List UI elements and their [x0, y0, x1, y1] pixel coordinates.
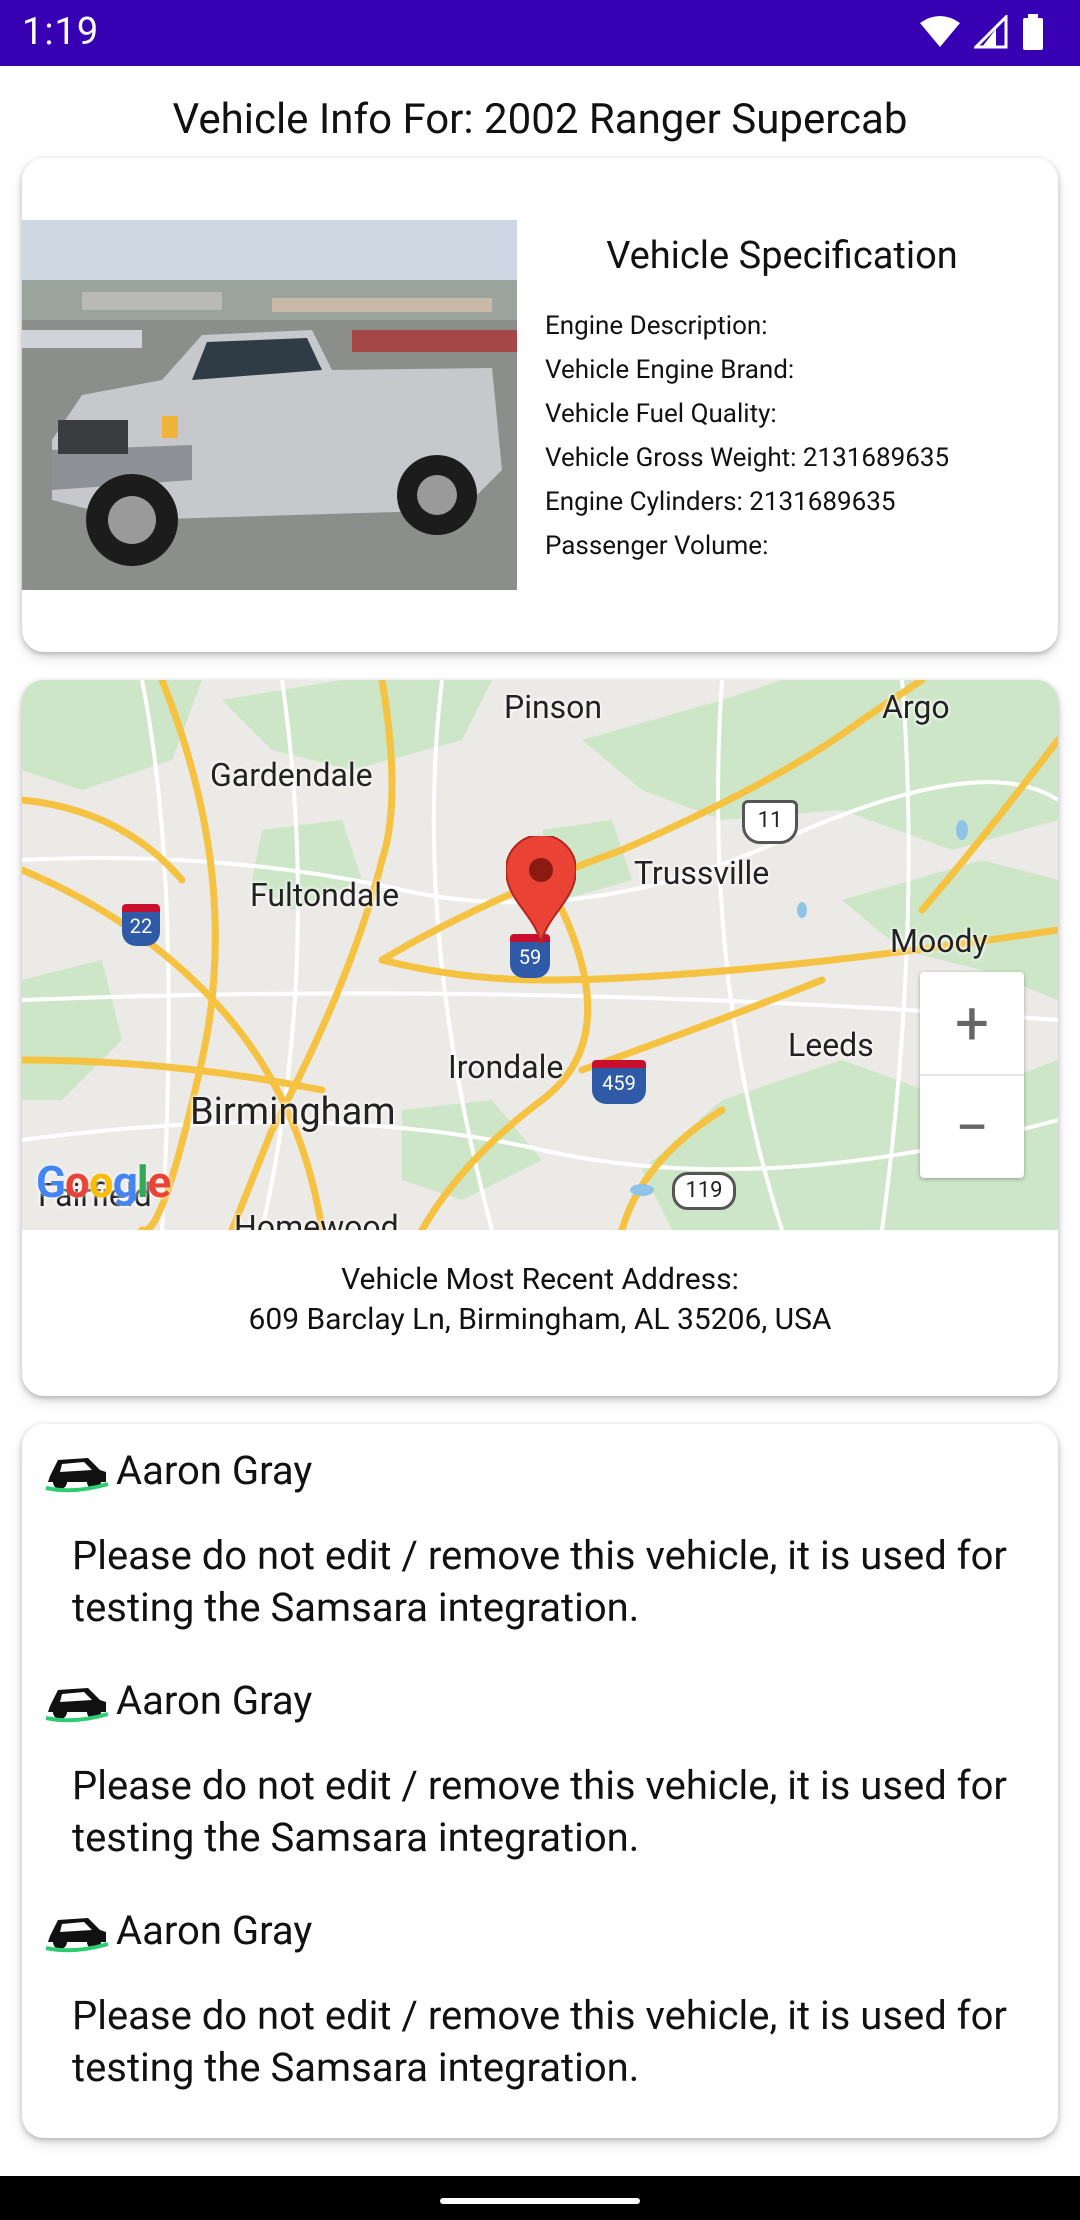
spec-title: Vehicle Specification — [606, 234, 958, 278]
status-time: 1:19 — [22, 10, 100, 54]
interstate-22-label: 22 — [129, 914, 153, 938]
interstate-459-label: 459 — [602, 1071, 636, 1095]
wifi-icon — [920, 16, 960, 47]
page-title: Vehicle Info For: 2002 Ranger Supercab — [0, 66, 1080, 158]
interstate-459-shield: 459 — [592, 1060, 646, 1104]
home-gesture-handle[interactable] — [440, 2198, 640, 2204]
us-119-shield: 119 — [672, 1172, 736, 1210]
location-pin-icon[interactable] — [506, 836, 576, 946]
car-icon — [45, 1688, 109, 1723]
map-label-gardendale: Gardendale — [210, 756, 373, 794]
map-view[interactable]: 22 11 59 459 119 Pinson Argo Gardendale … — [22, 680, 1058, 1230]
map-label-trussville: Trussville — [634, 854, 770, 892]
truck-image — [22, 220, 517, 590]
spec-engine-brand: Vehicle Engine Brand: — [545, 355, 795, 385]
us-11-shield: 11 — [742, 800, 798, 844]
map-label-argo: Argo — [882, 688, 950, 726]
spec-fuel-quality: Vehicle Fuel Quality: — [545, 399, 777, 429]
vehicle-spec-card: Vehicle Specification Engine Description… — [22, 158, 1058, 652]
note-text: Please do not edit / remove this vehicle… — [72, 1762, 1007, 1861]
interstate-59-label: 59 — [518, 945, 542, 969]
zoom-in-button[interactable]: + — [920, 972, 1024, 1074]
zoom-out-button[interactable]: − — [920, 1076, 1024, 1178]
map-card: 22 11 59 459 119 Pinson Argo Gardendale … — [22, 680, 1058, 1396]
battery-icon — [1023, 14, 1043, 50]
status-bar: 1:19 — [0, 0, 1080, 66]
map-label-moody: Moody — [890, 922, 988, 960]
zoom-controls: + − — [920, 972, 1024, 1178]
car-icon — [45, 1918, 109, 1953]
spec-gross-weight: Vehicle Gross Weight: 2131689635 — [545, 443, 950, 473]
signal-icon — [974, 15, 1008, 49]
us-11-label: 11 — [757, 808, 783, 833]
car-icon — [45, 1458, 109, 1493]
address-label: Vehicle Most Recent Address: — [341, 1262, 739, 1297]
map-label-homewood: Homewood — [234, 1208, 399, 1230]
google-logo: Google — [36, 1156, 171, 1208]
note-header: Aaron Gray — [44, 1906, 312, 1954]
address-value: 609 Barclay Ln, Birmingham, AL 35206, US… — [248, 1302, 832, 1337]
status-icons — [920, 14, 1044, 50]
note-text: Please do not edit / remove this vehicle… — [72, 1992, 1007, 2091]
map-label-fultondale: Fultondale — [250, 876, 400, 914]
vehicle-photo — [22, 220, 517, 590]
map-label-pinson: Pinson — [504, 688, 603, 726]
note-text: Please do not edit / remove this vehicle… — [72, 1532, 1007, 1631]
map-label-leeds: Leeds — [788, 1026, 874, 1064]
note-header: Aaron Gray — [44, 1676, 312, 1724]
spec-engine-cylinders: Engine Cylinders: 2131689635 — [545, 487, 896, 517]
note-author: Aaron Gray — [116, 1446, 313, 1494]
note-author: Aaron Gray — [116, 1676, 313, 1724]
spec-engine-description: Engine Description: — [545, 311, 768, 341]
map-label-irondale: Irondale — [448, 1048, 564, 1086]
address-block: Vehicle Most Recent Address: 609 Barclay… — [22, 1260, 1058, 1340]
note-header: Aaron Gray — [44, 1446, 312, 1494]
us-119-label: 119 — [685, 1178, 723, 1203]
note-author: Aaron Gray — [116, 1906, 313, 1954]
map-label-birmingham: Birmingham — [190, 1090, 396, 1134]
interstate-22-shield: 22 — [122, 904, 160, 946]
spec-passenger-volume: Passenger Volume: — [545, 531, 769, 561]
notes-card: Aaron Gray Please do not edit / remove t… — [22, 1424, 1058, 2138]
spec-list: Engine Description: Vehicle Engine Brand… — [545, 304, 949, 568]
